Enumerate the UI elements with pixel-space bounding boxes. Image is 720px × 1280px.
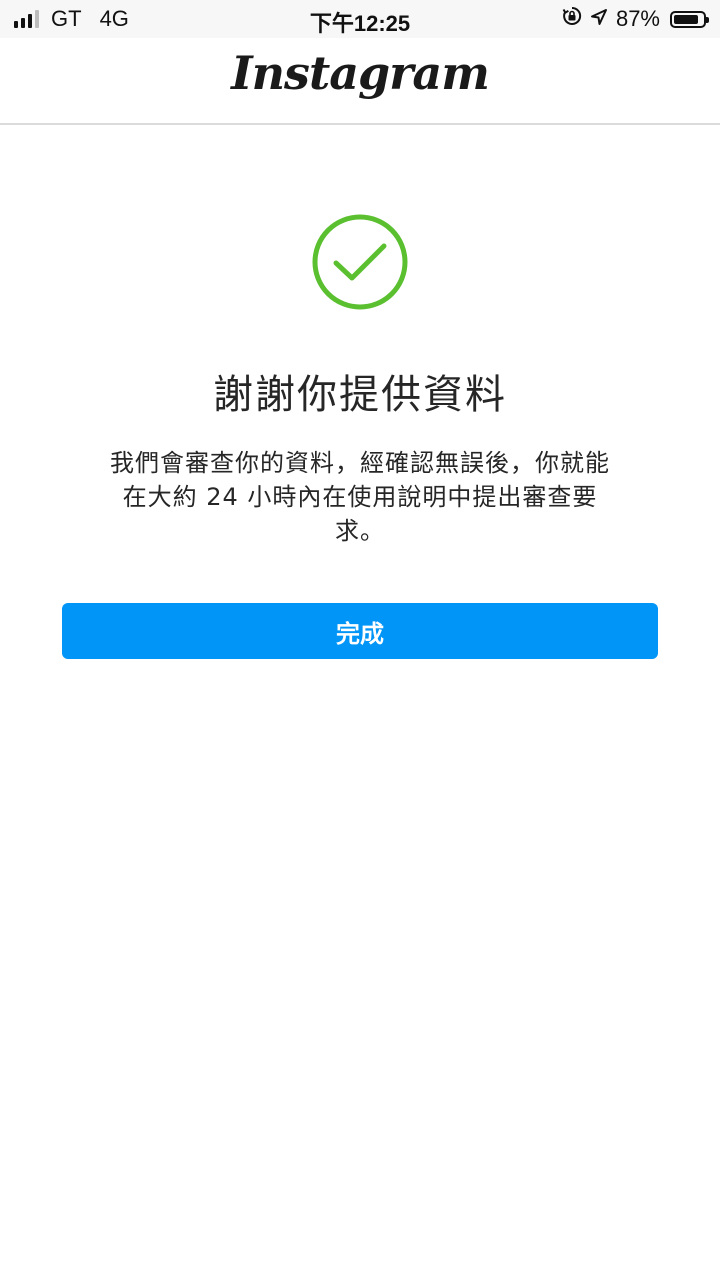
status-right: 87% [562, 6, 709, 32]
check-circle-icon [312, 214, 408, 310]
battery-percent: 87% [615, 6, 660, 31]
message-line: 我們會審查你的資料，經確認無誤後，你就能 [110, 449, 610, 477]
message-line: 在大約 24 小時內在使用說明中提出審查要 [122, 483, 598, 511]
signal-icon [14, 10, 39, 28]
location-icon [590, 6, 608, 32]
message-line: 求。 [335, 517, 385, 545]
orientation-lock-icon [562, 6, 582, 32]
network-type: 4G [99, 6, 129, 31]
app-header: Instagram [0, 38, 720, 125]
battery-icon [670, 10, 709, 28]
confirmation-message: 我們會審查你的資料，經確認無誤後，你就能 在大約 24 小時內在使用說明中提出審… [80, 446, 640, 548]
carrier-name: GT [51, 6, 82, 31]
status-left: GT 4G [14, 6, 129, 32]
battery-fill [674, 14, 698, 24]
done-button[interactable]: 完成 [62, 603, 658, 659]
instagram-logo: Instagram [231, 46, 490, 100]
status-bar: GT 4G 下午12:25 87% [0, 0, 720, 38]
page-title: 謝謝你提供資料 [213, 372, 507, 418]
